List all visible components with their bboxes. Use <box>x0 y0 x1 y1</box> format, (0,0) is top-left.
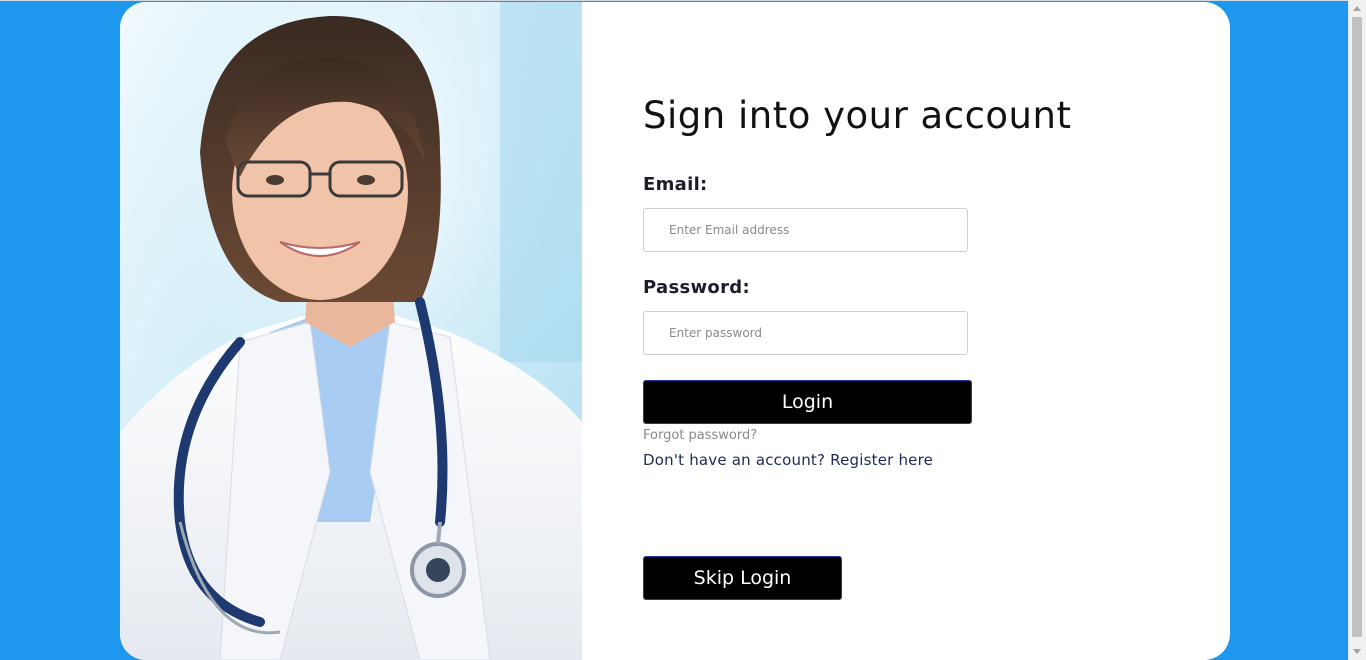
forgot-password-link[interactable]: Forgot password? <box>643 428 757 443</box>
doctor-photo <box>120 2 582 660</box>
email-field[interactable] <box>643 208 968 252</box>
top-border <box>0 0 1349 1</box>
scroll-down-icon[interactable] <box>1353 649 1361 654</box>
login-card: Sign into your account Email: Password: … <box>120 2 1230 660</box>
doctor-illustration <box>120 2 582 660</box>
login-button[interactable]: Login <box>643 380 972 424</box>
register-link[interactable]: Register here <box>830 451 933 469</box>
password-field[interactable] <box>643 311 968 355</box>
login-form: Sign into your account Email: Password: … <box>582 2 1230 660</box>
password-label: Password: <box>643 277 750 298</box>
page: Sign into your account Email: Password: … <box>0 0 1366 660</box>
skip-login-button[interactable]: Skip Login <box>643 556 842 600</box>
page-title: Sign into your account <box>643 94 1072 137</box>
scroll-up-icon[interactable] <box>1353 6 1361 11</box>
register-text: Don't have an account? Register here <box>643 451 933 469</box>
scroll-thumb[interactable] <box>1352 17 1362 637</box>
email-label: Email: <box>643 174 708 195</box>
register-prompt: Don't have an account? <box>643 451 826 469</box>
vertical-scrollbar[interactable] <box>1348 0 1366 660</box>
